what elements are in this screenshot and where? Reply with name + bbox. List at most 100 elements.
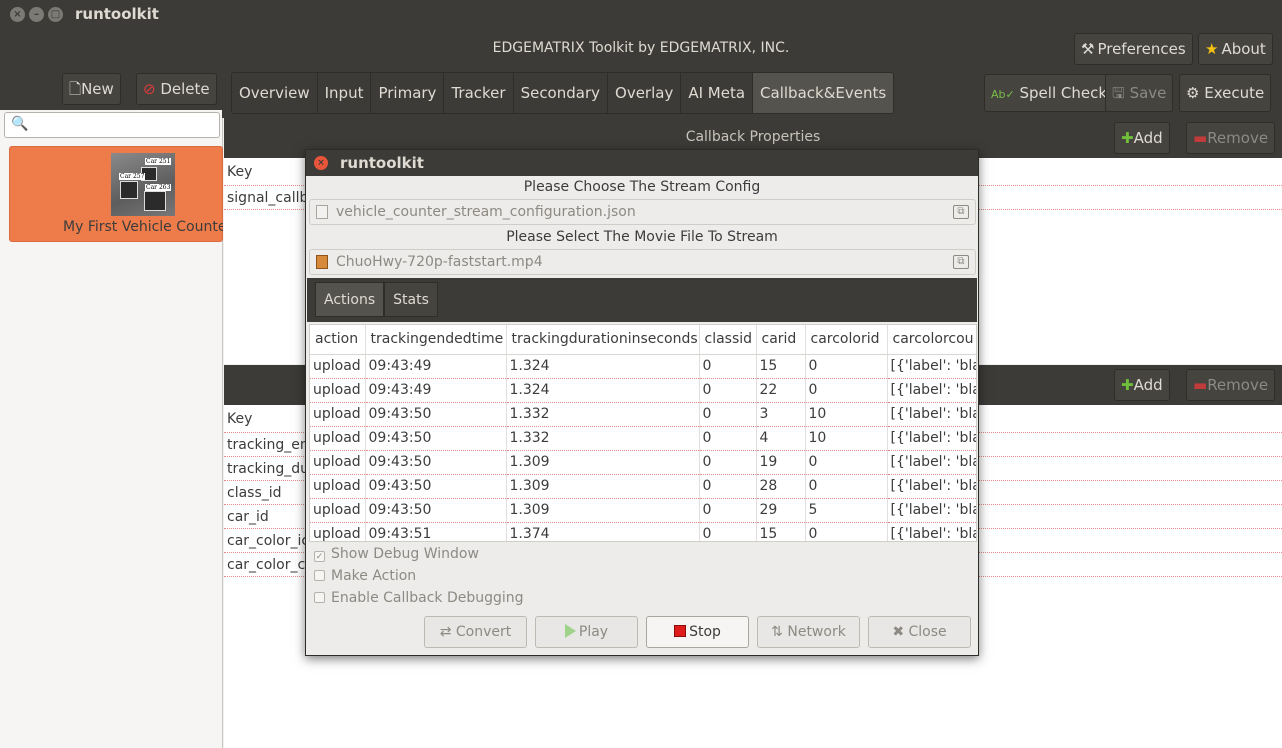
table-header-row: action trackingendedtime trackingduratio… — [310, 325, 976, 355]
column-header[interactable]: classid — [699, 325, 757, 355]
window-title: runtoolkit — [75, 5, 159, 23]
column-header[interactable]: carcolorcou — [887, 325, 976, 355]
tab-overlay[interactable]: Overlay — [608, 73, 682, 113]
checkbox-icon — [314, 570, 325, 581]
play-button[interactable]: Play — [535, 616, 638, 648]
column-header[interactable]: trackingendedtime — [365, 325, 507, 355]
search-input[interactable]: 🔍 — [4, 112, 220, 138]
table-cell: [{'label': 'blac — [887, 378, 976, 403]
callback-add-button[interactable]: ✚Add — [1114, 122, 1170, 154]
event-add-button[interactable]: ✚Add — [1114, 369, 1170, 401]
tab-stats[interactable]: Stats — [384, 282, 438, 317]
actions-table[interactable]: action trackingendedtime trackingduratio… — [309, 324, 977, 542]
table-cell: 4 — [756, 426, 806, 451]
file-icon — [316, 205, 328, 219]
minus-icon: ▬ — [1193, 376, 1208, 394]
plus-icon: ✚ — [1121, 129, 1134, 147]
new-file-icon: 🗋 — [69, 80, 82, 98]
table-cell: 10 — [805, 426, 888, 451]
open-file-icon[interactable]: ⧉ — [953, 205, 969, 219]
about-button[interactable]: ★ About — [1198, 33, 1273, 65]
table-cell: 22 — [756, 378, 806, 403]
window-minimize-icon[interactable]: – — [29, 7, 44, 22]
movie-file-chooser[interactable]: ChuoHwy-720p-faststart.mp4 ⧉ — [309, 249, 976, 275]
stream-config-label: Please Choose The Stream Config — [523, 179, 761, 195]
save-button[interactable]: 🖫 Save — [1105, 74, 1174, 112]
table-cell: upload — [310, 450, 366, 475]
tab-callback-events[interactable]: Callback&Events — [753, 73, 894, 113]
table-row[interactable]: upload09:43:501.3090190[{'label': 'blac — [310, 450, 976, 475]
table-cell: 0 — [805, 378, 888, 403]
table-cell: 09:43:50 — [365, 474, 507, 499]
tab-actions[interactable]: Actions — [315, 282, 385, 317]
table-cell: 09:43:51 — [365, 522, 507, 541]
tab-secondary[interactable]: Secondary — [513, 73, 609, 113]
column-header[interactable]: carcolorid — [805, 325, 888, 355]
table-row[interactable]: upload09:43:501.3090280[{'label': 'blac — [310, 474, 976, 499]
minus-icon: ▬ — [1193, 129, 1208, 147]
table-cell: 1.332 — [506, 426, 700, 451]
table-cell: upload — [310, 402, 366, 427]
close-button[interactable]: ✖ Close — [868, 616, 971, 648]
make-action-checkbox[interactable]: Make Action — [314, 568, 416, 584]
table-cell: 15 — [756, 354, 806, 379]
window-maximize-icon[interactable]: □ — [48, 7, 63, 22]
left-toolbar: 🗋New ⊘ Delete — [0, 68, 222, 110]
preferences-button[interactable]: ⚒ Preferences — [1074, 33, 1193, 65]
tab-tracker[interactable]: Tracker — [444, 73, 514, 113]
callback-remove-button[interactable]: ▬Remove — [1186, 122, 1276, 154]
tab-ai-meta[interactable]: AI Meta — [681, 73, 754, 113]
open-file-icon[interactable]: ⧉ — [953, 255, 969, 269]
thumb-tag: Car 263 — [145, 184, 172, 191]
table-cell: 09:43:50 — [365, 426, 507, 451]
table-cell: 0 — [805, 354, 888, 379]
dialog-notebook: Actions Stats — [307, 278, 977, 322]
convert-icon: ⇄ — [439, 624, 452, 640]
table-cell: upload — [310, 354, 366, 379]
enable-callback-debugging-checkbox[interactable]: Enable Callback Debugging — [314, 590, 524, 606]
stop-button[interactable]: Stop — [646, 616, 749, 648]
tab-overview[interactable]: Overview — [232, 73, 318, 113]
table-row[interactable]: upload09:43:491.3240150[{'label': 'blac — [310, 354, 976, 379]
table-cell: 09:43:50 — [365, 450, 507, 475]
film-icon — [316, 255, 328, 269]
table-cell: 0 — [699, 354, 757, 379]
table-cell: 0 — [699, 402, 757, 427]
stop-icon — [674, 625, 687, 637]
execute-button[interactable]: ⚙ Execute — [1179, 74, 1272, 112]
window-close-icon[interactable]: × — [10, 7, 25, 22]
network-icon: ⇅ — [771, 624, 783, 640]
new-button[interactable]: 🗋New — [62, 73, 121, 105]
column-header[interactable]: trackingdurationinseconds — [506, 325, 700, 355]
column-header[interactable]: carid — [756, 325, 806, 355]
table-cell: 0 — [699, 474, 757, 499]
app-header: EDGEMATRIX Toolkit by EDGEMATRIX, INC. ⚒… — [0, 30, 1282, 68]
stream-config-file-chooser[interactable]: vehicle_counter_stream_configuration.jso… — [309, 199, 976, 225]
table-row[interactable]: upload09:43:501.3090295[{'label': 'blac — [310, 498, 976, 523]
tools-icon: ⚒ — [1081, 40, 1095, 58]
table-row[interactable]: upload09:43:501.3320310[{'label': 'blac — [310, 402, 976, 427]
play-icon — [564, 624, 576, 638]
convert-button[interactable]: ⇄ Convert — [424, 616, 527, 648]
search-icon: 🔍 — [11, 116, 29, 132]
network-button[interactable]: ⇅ Network — [757, 616, 860, 648]
delete-button[interactable]: ⊘ Delete — [136, 73, 217, 105]
thumb-tag: Car 251 — [145, 158, 172, 165]
plus-icon: ✚ — [1121, 376, 1134, 394]
table-cell: upload — [310, 426, 366, 451]
close-icon[interactable]: × — [314, 156, 328, 170]
table-row[interactable]: upload09:43:491.3240220[{'label': 'blac — [310, 378, 976, 403]
thumb-tag: Car 257 — [119, 173, 146, 180]
spell-check-icon: Ab✓ — [991, 88, 1015, 101]
column-header[interactable]: action — [310, 325, 366, 355]
table-cell: 1.324 — [506, 378, 700, 403]
show-debug-window-checkbox[interactable]: ✓ Show Debug Window — [314, 546, 479, 562]
tab-primary[interactable]: Primary — [371, 73, 445, 113]
spell-check-button[interactable]: Ab✓ Spell Check — [984, 74, 1115, 112]
table-cell: 1.309 — [506, 474, 700, 499]
event-remove-button[interactable]: ▬Remove — [1186, 369, 1276, 401]
tab-input[interactable]: Input — [317, 73, 372, 113]
table-row[interactable]: upload09:43:511.3740150[{'label': 'blac — [310, 522, 976, 541]
table-row[interactable]: upload09:43:501.3320410[{'label': 'blac — [310, 426, 976, 451]
config-item[interactable]: Car 251 Car 257 Car 263 My First Vehicle… — [9, 146, 223, 242]
